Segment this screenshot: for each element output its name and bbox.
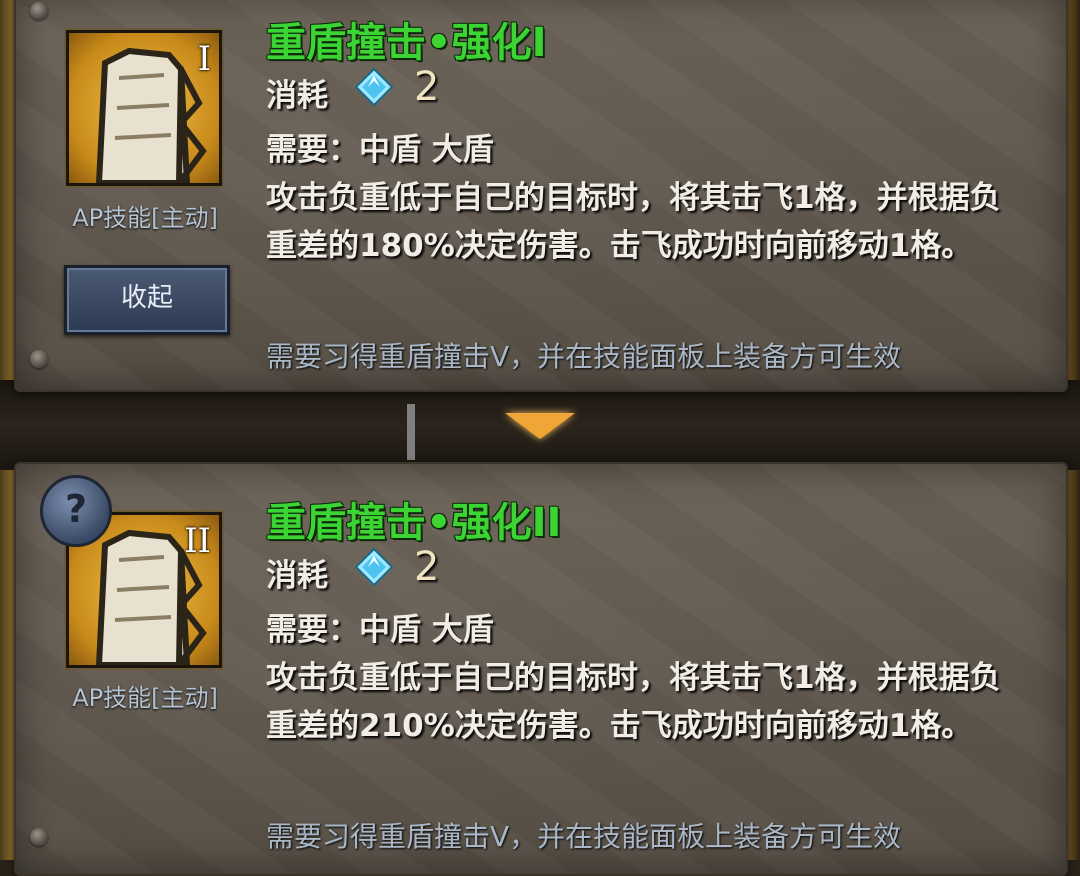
skill-tier-label: II: [184, 521, 211, 561]
skill-title: 重盾撞击•强化II: [266, 500, 562, 546]
unlock-note: 需要习得重盾撞击V，并在技能面板上装备方可生效: [266, 820, 902, 853]
skill-type-tag: AP技能[主动]: [72, 204, 218, 232]
cost-label: 消耗: [266, 558, 328, 594]
requirement-text: 需要：中盾 大盾: [266, 612, 494, 648]
rivet-decor: [30, 828, 48, 846]
divider-marker: [407, 404, 415, 460]
rivet-decor: [30, 350, 48, 368]
skill-description: 攻击负重低于自己的目标时，将其击飞1格，并根据负重差的180%决定伤害。击飞成功…: [266, 180, 1001, 264]
help-button[interactable]: ?: [40, 475, 112, 547]
skill-tier-label: I: [197, 39, 211, 79]
skill-title: 重盾撞击•强化I: [266, 20, 547, 66]
unlock-note: 需要习得重盾撞击V，并在技能面板上装备方可生效: [266, 340, 902, 373]
collapse-button[interactable]: 收起: [64, 265, 230, 335]
requirement-text: 需要：中盾 大盾: [266, 132, 494, 168]
triangle-down-icon[interactable]: [505, 413, 575, 439]
skill-description: 攻击负重低于自己的目标时，将其击飞1格，并根据负重差的210%决定伤害。击飞成功…: [266, 660, 1001, 744]
shield-bash-icon: [95, 47, 207, 183]
shield-bash-icon: I: [66, 30, 222, 186]
crystal-gem-icon: [354, 547, 394, 587]
skill-type-tag: AP技能[主动]: [72, 684, 218, 712]
cost-value: 2: [414, 544, 440, 590]
crystal-gem-icon: [354, 67, 394, 107]
cost-label: 消耗: [266, 78, 328, 114]
cost-value: 2: [414, 64, 440, 110]
rivet-decor: [30, 2, 48, 20]
